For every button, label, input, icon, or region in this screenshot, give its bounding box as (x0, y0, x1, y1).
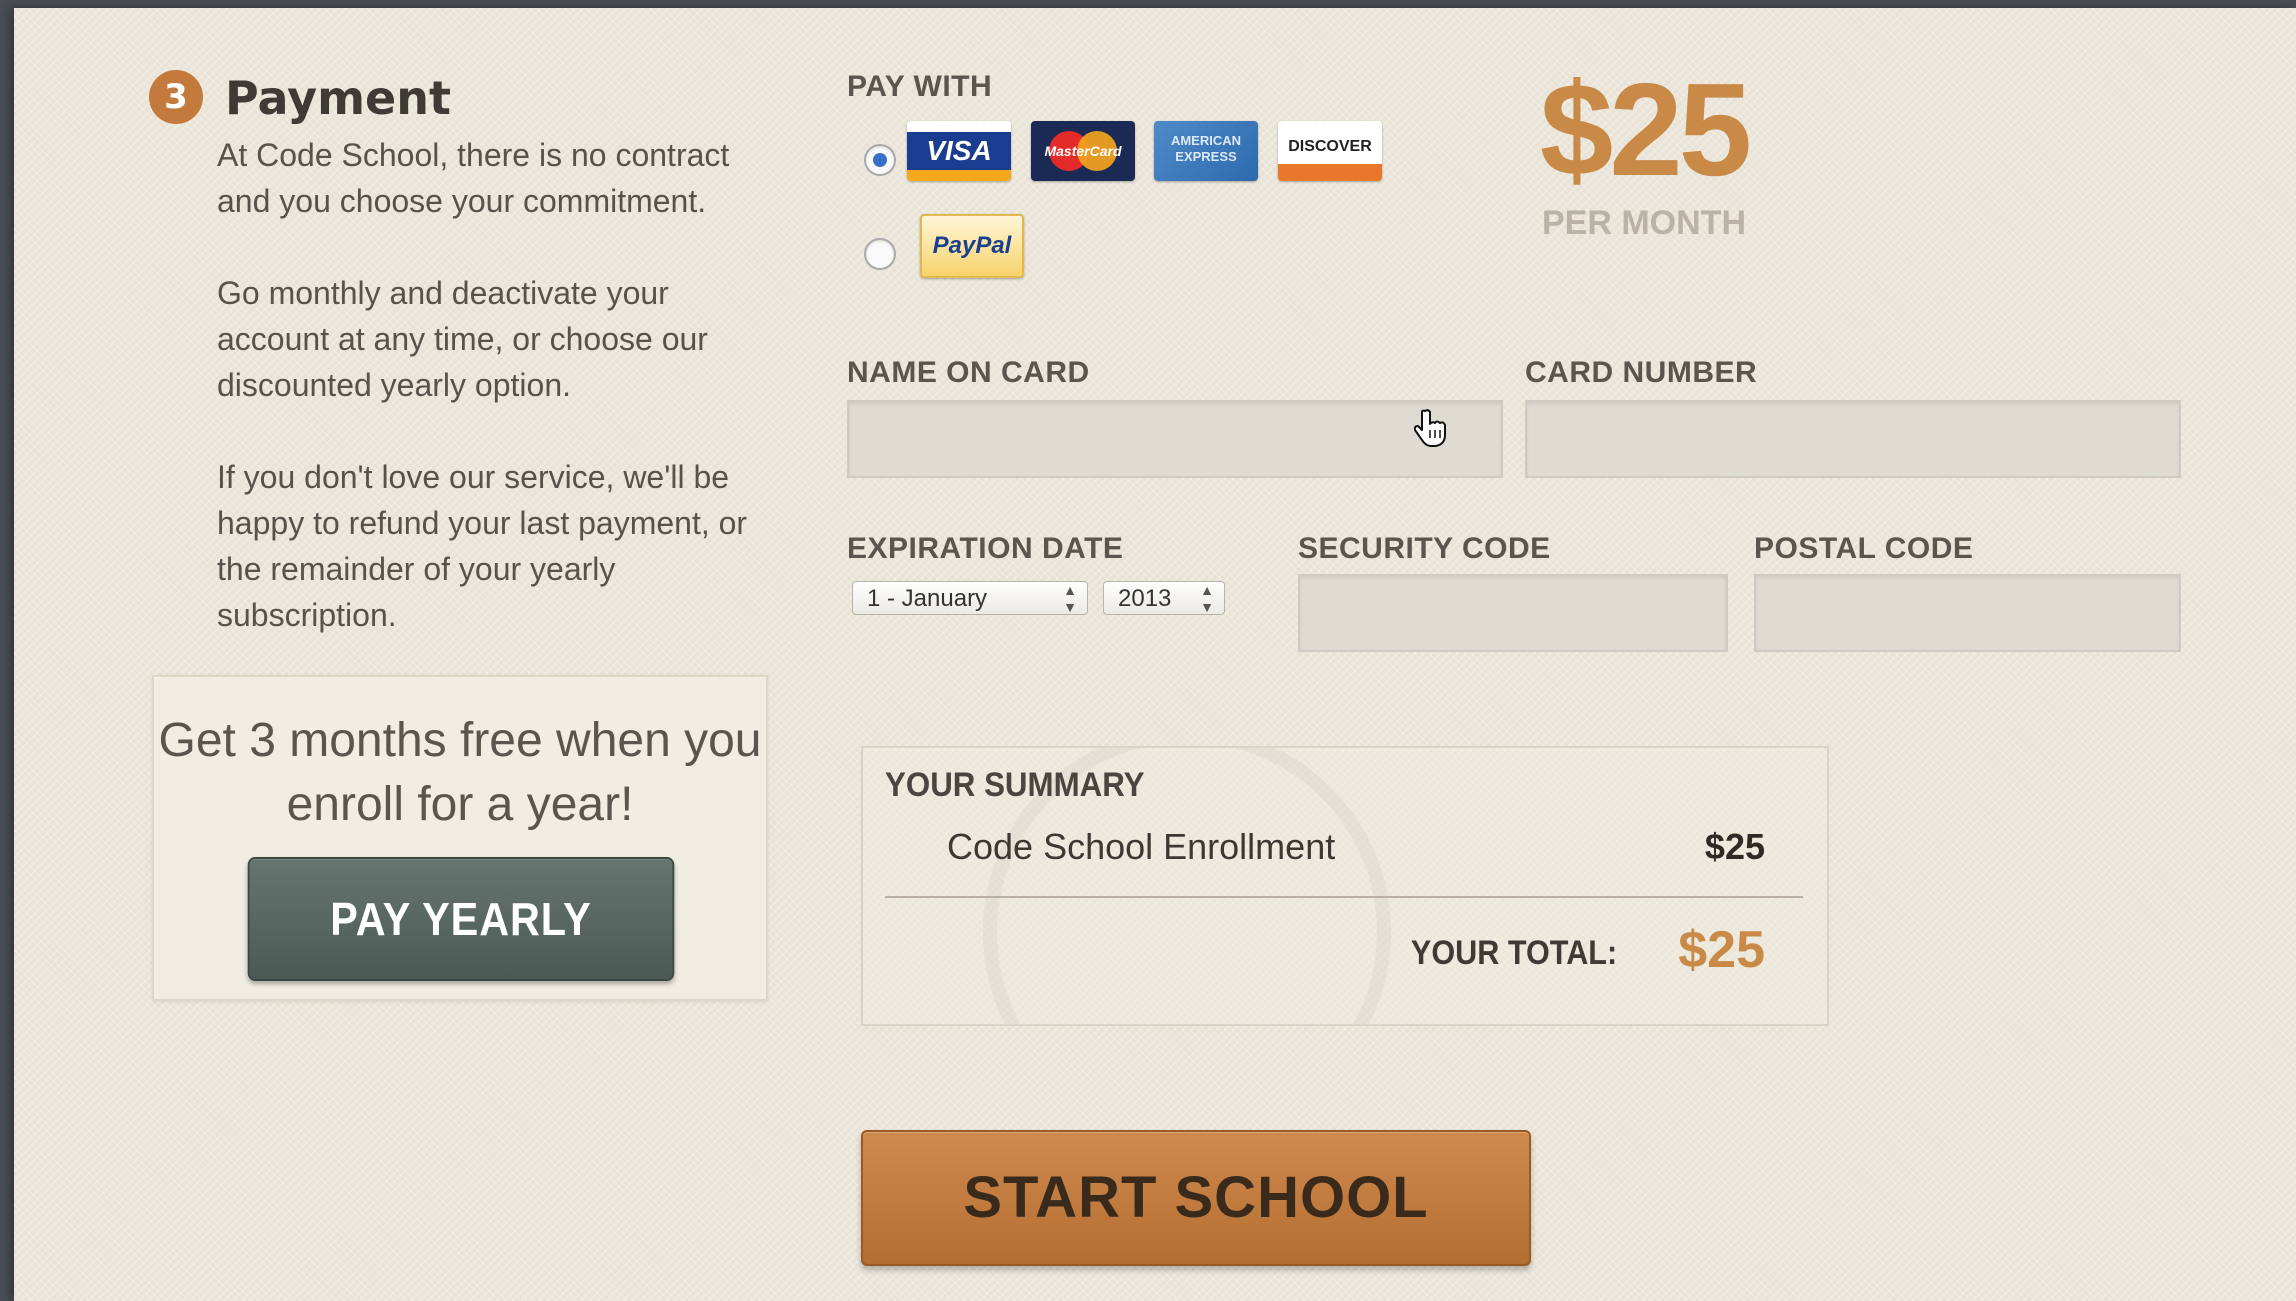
summary-total-label: YOUR TOTAL: (1410, 934, 1617, 972)
yearly-promo-box: Get 3 months free when you enroll for a … (152, 675, 768, 1001)
expiration-month-select[interactable]: 1 - January ▲ ▼ (852, 581, 1088, 615)
monthly-price: $25 (1539, 56, 1752, 203)
intro-paragraph-1: At Code School, there is no contract and… (217, 137, 730, 219)
start-school-button[interactable]: START SCHOOL (861, 1130, 1531, 1266)
name-on-card-label: NAME ON CARD (847, 356, 1090, 389)
name-on-card-input[interactable] (847, 400, 1503, 478)
expiration-month-value: 1 - January (867, 585, 988, 612)
expiration-year-select[interactable]: 2013 ▲ ▼ (1103, 581, 1225, 615)
paypal-icon: PayPal (920, 214, 1024, 278)
security-code-label: SECURITY CODE (1298, 532, 1551, 565)
select-arrows-icon: ▲ ▼ (1200, 582, 1214, 615)
section-title: Payment (225, 71, 451, 125)
select-arrows-icon: ▲ ▼ (1063, 582, 1077, 615)
american-express-icon: AMERICAN EXPRESS (1154, 121, 1258, 181)
radio-selected-dot (873, 153, 887, 167)
intro-paragraph-2: Go monthly and deactivate your account a… (217, 275, 708, 403)
discover-card-icon: DISCOVER (1278, 121, 1382, 181)
summary-title: YOUR SUMMARY (885, 766, 1145, 804)
card-number-label: CARD NUMBER (1525, 356, 1758, 389)
visa-card-icon: VISA (907, 121, 1011, 181)
step-number-badge: 3 (149, 70, 203, 124)
price-period: PER MONTH (1542, 204, 1746, 242)
summary-divider (885, 896, 1803, 898)
payment-page: 3 Payment At Code School, there is no co… (14, 8, 2296, 1301)
promo-text: Get 3 months free when you enroll for a … (158, 714, 762, 831)
intro-paragraph-3: If you don't love our service, we'll be … (217, 459, 748, 633)
paypal-payment-radio[interactable] (864, 238, 896, 270)
expiration-year-value: 2013 (1118, 585, 1172, 612)
security-code-input[interactable] (1298, 574, 1728, 652)
summary-item-name: Code School Enrollment (947, 826, 1336, 867)
postal-code-input[interactable] (1754, 574, 2181, 652)
mastercard-icon: MasterCard (1031, 121, 1135, 181)
order-summary-box: YOUR SUMMARY Code School Enrollment $25 … (861, 746, 1829, 1026)
summary-item-price: $25 (1704, 826, 1765, 867)
card-number-input[interactable] (1525, 400, 2181, 478)
pay-yearly-button[interactable]: PAY YEARLY (247, 857, 675, 981)
hand-pointer-cursor-icon (1413, 408, 1448, 452)
postal-code-label: POSTAL CODE (1754, 532, 1974, 565)
pay-with-label: PAY WITH (847, 70, 993, 103)
card-payment-radio[interactable] (864, 144, 896, 176)
summary-total-value: $25 (1678, 921, 1765, 979)
expiration-date-label: EXPIRATION DATE (847, 532, 1124, 565)
